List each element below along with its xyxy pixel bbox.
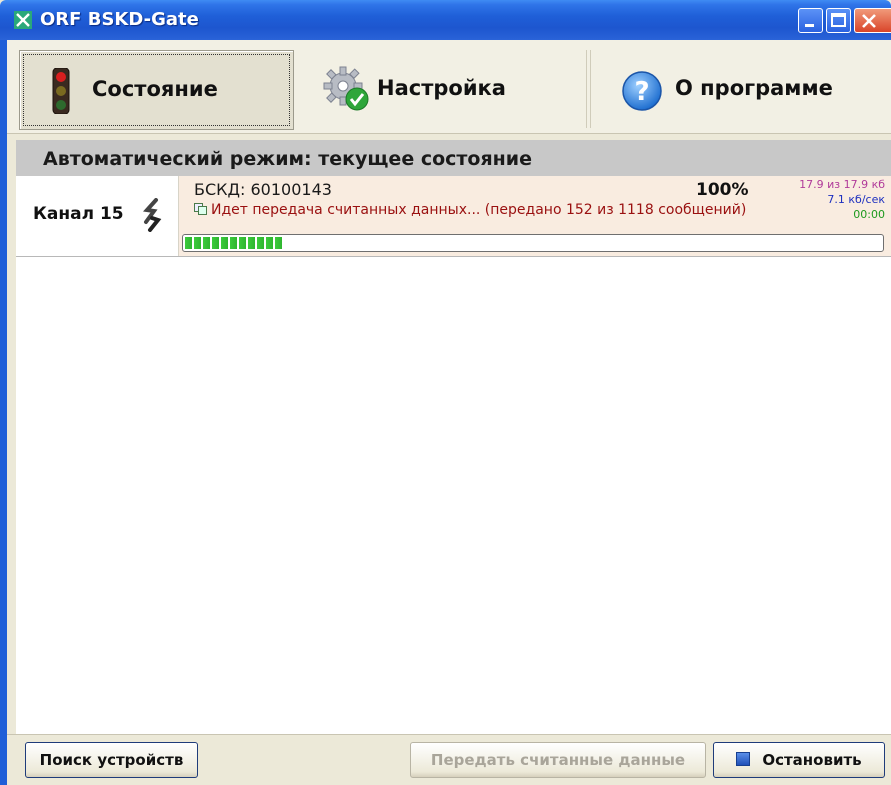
progress-percent: 100% <box>696 180 749 200</box>
tab-bar: Состояние Настройка ? О программе <box>7 40 891 134</box>
traffic-light-icon <box>52 68 70 114</box>
stop-icon <box>736 752 751 766</box>
copy-icon <box>194 203 207 215</box>
minimize-button[interactable] <box>798 8 823 33</box>
transfer-time: 00:00 <box>853 208 885 221</box>
title-bar[interactable]: ORF BSKD-Gate <box>0 0 891 40</box>
tab-status[interactable]: Состояние <box>19 50 294 130</box>
close-button[interactable] <box>854 8 891 33</box>
section-header: Автоматический режим: текущее состояние <box>16 140 891 176</box>
transfer-size: 17.9 из 17.9 кб <box>799 178 885 191</box>
bottom-toolbar: Поиск устройств Передать считанные данны… <box>7 734 891 785</box>
app-window: ORF BSKD-Gate Состояние Настройка ? О пр… <box>0 0 891 785</box>
stop-button-label: Остановить <box>762 751 862 769</box>
help-icon: ? <box>622 71 662 111</box>
transfer-speed: 7.1 кб/сек <box>827 193 885 206</box>
maximize-button[interactable] <box>826 8 851 33</box>
channel-row[interactable]: Канал 15 БСКД: 60100143 Идет передача сч… <box>16 176 891 257</box>
tab-status-label: Состояние <box>92 77 218 101</box>
svg-text:?: ? <box>634 77 649 107</box>
window-frame-left <box>0 40 7 785</box>
transfer-status-text: Идет передача считанных данных... (перед… <box>211 202 747 218</box>
progress-bar <box>182 234 884 252</box>
device-id: БСКД: 60100143 <box>194 180 332 199</box>
window-title: ORF BSKD-Gate <box>40 9 199 30</box>
app-logo-icon <box>14 11 32 29</box>
channel-cell: Канал 15 <box>16 176 179 256</box>
transfer-data-button[interactable]: Передать считанные данные <box>410 742 706 778</box>
transfer-status: Идет передача считанных данных... (перед… <box>194 202 746 218</box>
tab-about[interactable]: ? О программе <box>590 50 887 128</box>
tab-settings-label: Настройка <box>377 76 506 100</box>
plug-icon <box>143 198 162 232</box>
section-title: Автоматический режим: текущее состояние <box>43 148 532 170</box>
find-devices-button[interactable]: Поиск устройств <box>25 742 198 778</box>
settings-gear-icon <box>323 66 369 111</box>
stop-button[interactable]: Остановить <box>713 742 885 778</box>
tab-about-label: О программе <box>675 76 833 100</box>
status-panel: Автоматический режим: текущее состояние … <box>16 140 891 734</box>
channel-detail: БСКД: 60100143 Идет передача считанных д… <box>179 176 891 256</box>
progress-fill <box>185 237 282 249</box>
tab-settings[interactable]: Настройка <box>297 50 587 128</box>
minimize-icon <box>805 24 814 27</box>
close-icon <box>862 14 876 28</box>
tab-separator <box>586 50 587 128</box>
channel-label: Канал 15 <box>33 204 124 224</box>
maximize-icon <box>831 13 846 27</box>
